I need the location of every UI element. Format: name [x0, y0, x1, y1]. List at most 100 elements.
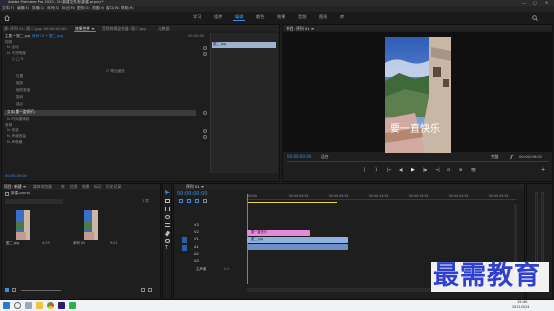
uniform-scale-checkbox[interactable]: ☐ 等比缩放 [106, 69, 125, 74]
menu-sequence[interactable]: 序列(S) [47, 6, 59, 11]
mask-tools[interactable]: ○ □ ✎ [12, 57, 24, 62]
workspace-editing[interactable]: 编辑 [235, 14, 243, 19]
start-icon[interactable] [3, 302, 10, 309]
timeline-clip-image[interactable]: 图二.jpg [247, 237, 348, 243]
time-remap-row[interactable]: fx 时间重映射 [7, 117, 30, 122]
menu-view[interactable]: 视图(V) [92, 6, 104, 11]
clip-header[interactable]: 主要 * 图二.jpg [5, 34, 30, 39]
workspace-assembly[interactable]: 组件 [214, 14, 222, 19]
bin-sequence-label[interactable]: 序列 01 [73, 241, 85, 245]
maximize-button[interactable]: □ [533, 1, 537, 5]
program-scrub-bar[interactable] [287, 161, 549, 162]
workspace-audio[interactable]: 音频 [298, 14, 306, 19]
bin-item-label[interactable]: 图二.jpg [6, 241, 19, 245]
clip-path[interactable]: 序列 01 * 图二.jpg [32, 34, 63, 39]
workspace-learn[interactable]: 学习 [193, 14, 201, 19]
slip-tool-icon[interactable] [165, 223, 170, 227]
settings-wrench-icon[interactable] [509, 154, 514, 160]
timeline-clip-title[interactable]: 要一直快乐 [247, 230, 310, 236]
export-frame-button[interactable]: 📷 [471, 168, 476, 172]
search-icon[interactable] [14, 302, 21, 309]
trash-icon[interactable] [148, 288, 152, 292]
step-forward-button[interactable]: |▶ [423, 168, 427, 172]
type-tool-icon[interactable]: T [165, 246, 168, 251]
tab-project[interactable]: 项目: 新建 ≡ [4, 185, 26, 189]
prop-scale-width[interactable]: 缩放宽度 [16, 88, 30, 93]
add-marker-icon[interactable] [195, 199, 199, 203]
reset-icon[interactable] [203, 111, 207, 115]
timeline-clip-audio[interactable] [247, 244, 348, 250]
tab-media-browser[interactable]: 媒体浏览器 [33, 185, 52, 189]
panner-row[interactable]: fx 声像器 [7, 140, 22, 145]
workspace-color[interactable]: 颜色 [256, 14, 264, 19]
wechat-icon[interactable] [69, 302, 76, 309]
effect-controls-timecode[interactable]: 00:00:00:00 [5, 174, 27, 179]
tab-markers[interactable]: 标记 [94, 185, 102, 189]
pen-tool-icon[interactable] [164, 230, 171, 237]
text-effect-row-label[interactable]: 文本(要一直快乐) [7, 110, 35, 115]
opacity-effect-row[interactable]: fx 不透明度 [7, 51, 26, 56]
ripple-edit-tool-icon[interactable] [165, 207, 170, 211]
track-header-v2[interactable]: V2 [194, 230, 199, 235]
reset-icon[interactable] [203, 129, 207, 133]
prop-rotation[interactable]: 旋转 [16, 95, 23, 100]
tab-audio-clip-mixer[interactable]: 音频剪辑混合器: 图二.jpg [102, 27, 146, 31]
track-header-v3[interactable]: V3 [194, 223, 199, 228]
effect-mini-timeline[interactable] [210, 33, 278, 173]
tab-program[interactable]: 节目: 序列 01 ≡ [286, 27, 314, 31]
project-search-input[interactable] [5, 199, 63, 204]
reset-icon[interactable] [203, 52, 207, 56]
track-header-a3[interactable]: A3 [194, 259, 199, 264]
reset-icon[interactable] [203, 135, 207, 139]
go-to-out-button[interactable]: →| [435, 168, 440, 172]
channel-volume-row[interactable]: fx 声道音量 [7, 134, 26, 139]
task-view-icon[interactable] [25, 302, 32, 309]
close-button[interactable]: ✕ [545, 1, 548, 5]
timeline-settings-icon[interactable] [203, 199, 207, 203]
tab-metadata[interactable]: 元数据 [158, 27, 169, 31]
v1-source-patch[interactable] [182, 237, 187, 243]
tab-info[interactable]: 信息 [70, 185, 78, 189]
menu-edit[interactable]: 编辑(E) [17, 6, 29, 11]
step-back-button[interactable]: ◀| [399, 168, 403, 172]
menu-file[interactable]: 文件(F) [2, 6, 14, 11]
motion-effect-row[interactable]: fx 运动 [7, 45, 19, 50]
menu-graphics[interactable]: 图形(G) [77, 6, 90, 11]
tab-source[interactable]: 源: 序列 01: 图二.jpg: 00:00:00:00 [4, 27, 67, 31]
menu-marker[interactable]: 标记(M) [62, 6, 75, 11]
timeline-timecode[interactable]: 00:00:00:00 [177, 192, 208, 197]
track-header-a1[interactable]: A1 [194, 245, 199, 250]
tab-history[interactable]: 历史记录 [106, 185, 121, 189]
track-header-v1[interactable]: V1 [194, 237, 199, 242]
mark-out-button[interactable]: } [375, 168, 378, 172]
icon-view-icon[interactable] [12, 288, 16, 292]
minimize-button[interactable]: — [522, 1, 526, 5]
file-explorer-icon[interactable] [36, 302, 43, 309]
workspace-graphics[interactable]: 图形 [319, 14, 327, 19]
menu-help[interactable]: 帮助(H) [121, 6, 134, 11]
tab-libraries[interactable]: 库 [61, 185, 65, 189]
program-timecode[interactable]: 00:00:00:00 [287, 155, 311, 159]
button-editor-button[interactable]: + [541, 168, 545, 173]
hand-tool-icon[interactable] [165, 239, 170, 243]
tab-sequence[interactable]: 序列 01 ≡ [186, 185, 204, 189]
playback-resolution-select[interactable]: 完整 [491, 155, 499, 159]
zoom-level-select[interactable]: 适合 [321, 155, 329, 159]
master-track-value[interactable]: 0.0 [224, 267, 229, 271]
prop-position[interactable]: 位置 [16, 74, 23, 79]
workspace-effects[interactable]: 效果 [277, 14, 285, 19]
menu-clip[interactable]: 剪辑(C) [32, 6, 45, 11]
razor-tool-icon[interactable] [165, 215, 170, 219]
work-area-bar[interactable] [247, 202, 337, 203]
zoom-slider[interactable] [21, 290, 61, 291]
mark-in-button[interactable]: { [363, 168, 366, 172]
a1-source-patch[interactable] [182, 245, 187, 251]
bin-item-thumbnail[interactable] [16, 210, 30, 240]
prop-anchor[interactable]: 锚点 [16, 102, 23, 107]
track-select-tool-icon[interactable] [165, 199, 170, 203]
tab-effects[interactable]: 效果 [82, 185, 90, 189]
chrome-icon[interactable] [47, 302, 54, 309]
volume-row[interactable]: fx 音量 [7, 128, 19, 133]
menu-window[interactable]: 窗口(W) [106, 6, 120, 11]
new-bin-icon[interactable] [141, 288, 145, 292]
